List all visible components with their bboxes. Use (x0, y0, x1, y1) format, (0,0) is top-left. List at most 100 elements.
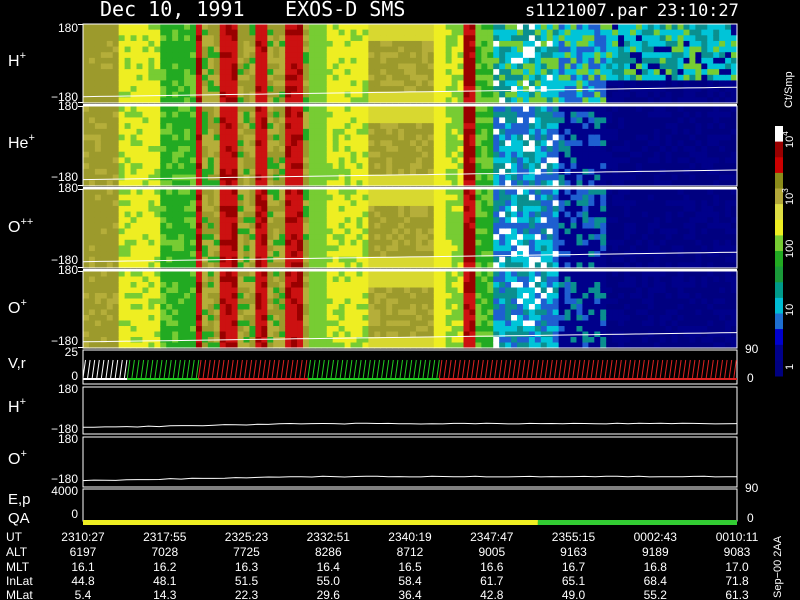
heatmap-cell (178, 63, 185, 70)
heatmap-cell (243, 140, 251, 147)
heatmap-cell (410, 200, 417, 207)
heatmap-cell (665, 228, 673, 235)
heatmap-cell (374, 251, 381, 258)
heatmap-cell (546, 211, 554, 218)
heatmap-cell (88, 245, 96, 252)
heatmap-cell (380, 111, 387, 119)
heatmap-cell (594, 29, 601, 36)
heatmap-cell (629, 63, 637, 70)
heatmap-cell (374, 234, 381, 241)
heatmap-cell (677, 163, 685, 170)
heatmap-cell (314, 80, 322, 87)
heatmap-cell (635, 111, 643, 119)
heatmap-cell (410, 211, 417, 218)
heatmap-cell (112, 239, 120, 247)
heatmap-cell (469, 128, 476, 136)
heatmap-cell (725, 146, 732, 153)
heatmap-cell (505, 24, 512, 31)
heatmap-cell (243, 91, 251, 98)
heatmap-cell (511, 205, 518, 213)
heatmap-cell (594, 228, 601, 235)
heatmap-cell (124, 24, 132, 31)
heatmap-cell (410, 80, 417, 87)
heatmap-cell (154, 200, 161, 207)
heatmap-cell (178, 106, 185, 113)
heatmap-cell (665, 245, 673, 252)
heatmap-cell (178, 239, 185, 247)
heatmap-cell (279, 157, 286, 164)
heatmap-cell (130, 29, 138, 36)
heatmap-cell (588, 117, 595, 124)
heatmap-cell (635, 256, 643, 263)
heatmap-cell (522, 24, 530, 31)
heatmap-cell (398, 52, 405, 59)
heatmap-cell (279, 35, 286, 42)
heatmap-cell (398, 194, 405, 201)
heatmap-cell (190, 106, 197, 113)
heatmap-cell (94, 194, 102, 201)
heatmap-cell (160, 63, 167, 70)
heatmap-cell (154, 69, 161, 76)
heatmap-cell (707, 29, 714, 36)
heatmap-cell (683, 63, 691, 70)
heatmap-cell (612, 256, 619, 263)
heatmap-cell (356, 80, 364, 87)
heatmap-cell (481, 239, 488, 247)
heatmap-cell (88, 200, 96, 207)
heatmap-cell (368, 128, 375, 136)
heatmap-cell (154, 189, 161, 196)
heatmap-cell (475, 57, 482, 65)
heatmap-cell (612, 157, 619, 164)
heatmap-cell (130, 251, 138, 258)
heatmap-cell (213, 315, 221, 322)
heatmap-cell (594, 222, 601, 230)
heatmap-cell (112, 309, 120, 316)
heatmap-cell (291, 86, 298, 93)
heatmap-cell (297, 74, 304, 82)
heatmap-cell (677, 57, 685, 65)
heatmap-cell (701, 35, 708, 42)
heatmap-cell (612, 74, 619, 82)
heatmap-cell (540, 35, 548, 42)
heatmap-cell (576, 134, 584, 141)
heatmap-cell (511, 151, 518, 159)
heatmap-cell (368, 69, 375, 76)
heatmap-cell (695, 239, 702, 247)
heatmap-cell (314, 74, 322, 82)
heatmap-cell (172, 163, 179, 170)
heatmap-cell (279, 128, 286, 136)
heatmap-cell (522, 211, 530, 218)
heatmap-cell (148, 251, 155, 258)
heatmap-cell (564, 40, 572, 48)
heatmap-cell (469, 35, 476, 42)
heatmap-cell (588, 74, 595, 82)
heatmap-cell (415, 239, 423, 247)
heatmap-cell (404, 35, 411, 42)
heatmap-cell (83, 151, 90, 159)
heatmap-cell (344, 211, 352, 218)
heatmap-cell (600, 239, 607, 247)
heatmap-cell (231, 251, 239, 258)
heatmap-cell (445, 217, 453, 224)
heatmap-cell (493, 239, 500, 247)
heatmap-cell (522, 80, 530, 87)
heatmap-cell (112, 146, 120, 153)
heatmap-cell (415, 117, 423, 124)
heatmap-cell (481, 217, 488, 224)
heatmap-cell (219, 146, 227, 153)
heatmap-cell (481, 52, 488, 59)
heatmap-cell (582, 200, 589, 207)
heatmap-cell (195, 245, 203, 252)
heatmap-cell (606, 111, 613, 119)
heatmap-cell (267, 46, 274, 53)
heatmap-cell (356, 163, 364, 170)
heatmap-cell (88, 194, 96, 201)
heatmap-cell (148, 239, 155, 247)
heatmap-cell (297, 239, 304, 247)
heatmap-cell (707, 57, 714, 65)
heatmap-cell (475, 239, 482, 247)
heatmap-cell (190, 205, 197, 213)
heatmap-cell (713, 140, 720, 147)
heatmap-cell (713, 57, 720, 65)
heatmap-cell (362, 245, 369, 252)
